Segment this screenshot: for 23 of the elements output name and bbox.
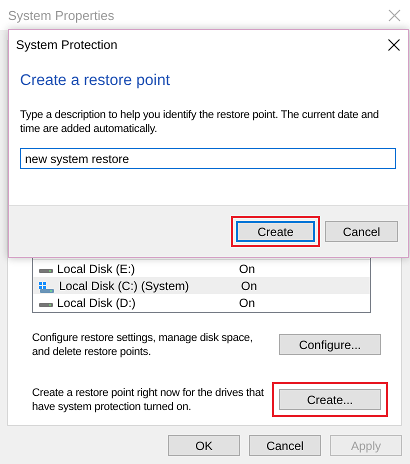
create-button[interactable]: Create...	[279, 389, 381, 410]
configure-button[interactable]: Configure...	[279, 334, 381, 355]
window-title: System Properties	[8, 8, 114, 22]
close-icon[interactable]	[388, 39, 400, 51]
configure-description: Configure restore settings, manage disk space, and delete restore points.	[32, 330, 254, 358]
dialog-button[interactable]: Cancel	[249, 435, 321, 456]
dialog-button[interactable]: OK	[168, 435, 240, 456]
protection-status: On	[239, 296, 256, 310]
description-text: Type a description to help you identify the restore point. The current date and time are added automatically.	[20, 108, 380, 136]
protection-status: On	[239, 262, 256, 276]
dialog-title: System Protection	[16, 38, 118, 52]
create-description: Create a restore point right now for the drives that have system protection turned on.	[32, 386, 265, 414]
dialog-button[interactable]: Cancel	[325, 221, 398, 242]
description-field[interactable]: new system restore	[20, 148, 396, 169]
drive-name: Local Disk (E:)	[57, 262, 136, 276]
dialog-heading: Create a restore point	[20, 72, 171, 90]
drive-row[interactable]: Local Disk (E:) On	[33, 260, 370, 277]
drive-row[interactable]: Local Disk (C:) (System) On	[33, 277, 370, 294]
drive-name: Local Disk (D:)	[57, 296, 137, 310]
dialog-button[interactable]: Create	[236, 221, 315, 242]
drive-row[interactable]: Local Disk (D:) On	[33, 294, 370, 311]
drive-name: Local Disk (C:) (System)	[59, 278, 190, 292]
protection-status: On	[241, 278, 258, 292]
